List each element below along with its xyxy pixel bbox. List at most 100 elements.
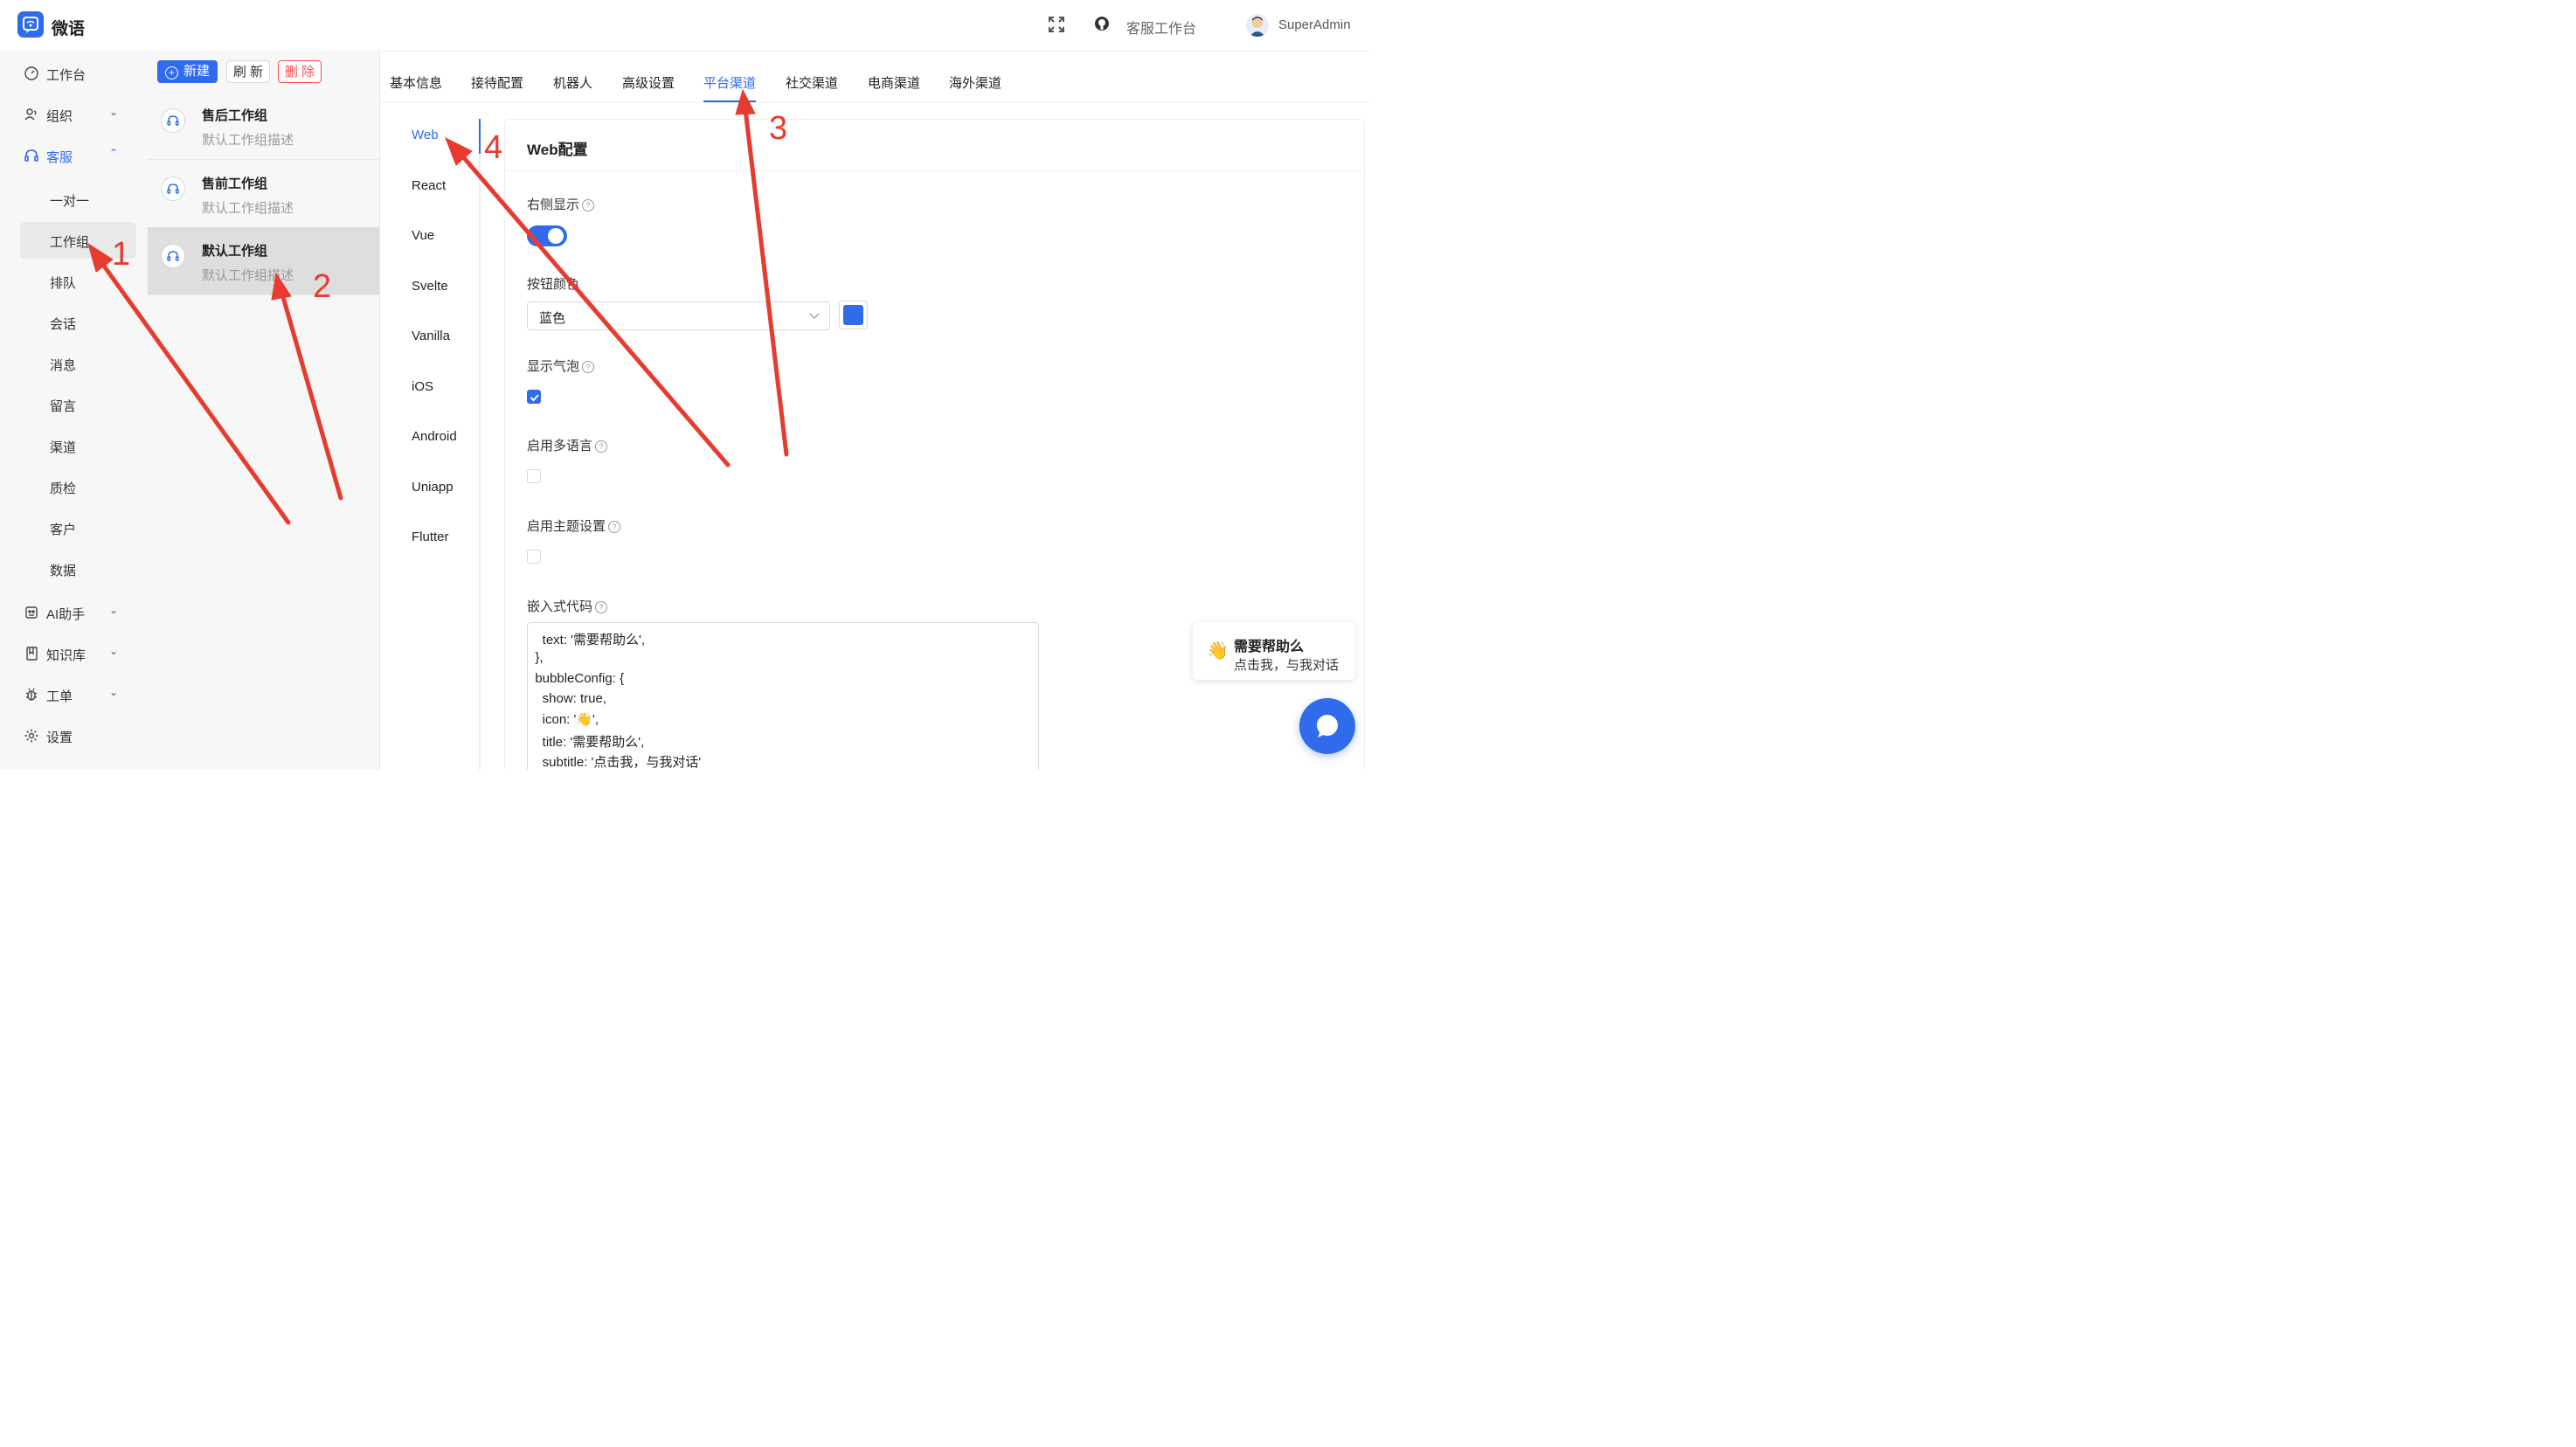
robot-icon — [24, 605, 39, 620]
platform-tab-web[interactable]: Web — [412, 128, 439, 142]
button-color-select[interactable]: 蓝色 — [526, 301, 830, 330]
platform-tab-flutter[interactable]: Flutter — [412, 530, 449, 544]
platform-tab-vue[interactable]: Vue — [412, 228, 434, 243]
card-divider — [504, 170, 1362, 171]
user-group-icon — [24, 107, 39, 122]
refresh-button[interactable]: 刷 新 — [225, 59, 270, 83]
sidebar-sub-one-to-one[interactable]: 一对一 — [20, 181, 136, 218]
tab-platform-channels[interactable]: 平台渠道 — [703, 73, 756, 92]
sidebar-item-ai-assistant[interactable]: AI助手 ⌄ — [0, 597, 148, 628]
show-right-toggle[interactable] — [526, 225, 567, 246]
show-right-label: 右侧显示? — [527, 195, 595, 213]
tab-ecommerce-channels[interactable]: 电商渠道 — [868, 73, 920, 92]
chevron-up-icon: ⌃ — [108, 146, 119, 159]
code-line: bubbleConfig: { — [527, 670, 625, 686]
annotation-number-4: 4 — [483, 128, 503, 166]
sidebar-item-customer-service[interactable]: 客服 ⌃ — [0, 140, 148, 171]
top-header: 微语 客服工作台 SuperAdmin — [0, 0, 1370, 52]
multilang-checkbox[interactable] — [526, 468, 541, 483]
headset-icon — [24, 148, 39, 163]
tab-reception-config[interactable]: 接待配置 — [471, 73, 523, 92]
sidebar-sub-conversation[interactable]: 会话 — [20, 304, 136, 341]
workgroup-item-pre-sales[interactable]: 售前工作组 默认工作组描述 — [147, 159, 379, 228]
code-line: show: true, — [527, 690, 607, 706]
show-bubble-checkbox[interactable] — [526, 389, 541, 404]
app-logo[interactable] — [17, 10, 44, 38]
sidebar-sub-message[interactable]: 消息 — [20, 345, 136, 382]
headset-icon — [160, 107, 185, 133]
sidebar-sub-data[interactable]: 数据 — [20, 550, 136, 587]
help-icon[interactable]: ? — [608, 520, 621, 533]
sidebar-sub-leave-message[interactable]: 留言 — [20, 386, 136, 423]
check-icon — [530, 394, 539, 402]
help-icon[interactable]: ? — [582, 198, 595, 211]
chevron-down-icon: ⌄ — [108, 644, 119, 657]
github-icon[interactable] — [1094, 16, 1110, 36]
chat-launcher-button[interactable] — [1298, 697, 1355, 754]
chat-icon — [1316, 714, 1338, 737]
platform-tab-svelte[interactable]: Svelte — [412, 279, 448, 294]
agent-workbench-link[interactable]: 客服工作台 — [1126, 17, 1196, 38]
platform-tab-uniapp[interactable]: Uniapp — [412, 480, 454, 495]
platform-tab-react[interactable]: React — [412, 178, 446, 193]
tabs-divider — [379, 101, 1370, 103]
multilang-label: 启用多语言? — [527, 436, 608, 454]
help-icon[interactable]: ? — [595, 600, 608, 613]
tab-social-channels[interactable]: 社交渠道 — [786, 73, 838, 92]
code-line: }, — [527, 649, 544, 665]
fullscreen-icon[interactable] — [1048, 16, 1065, 38]
plus-circle-icon: + — [164, 66, 178, 80]
avatar[interactable] — [1245, 13, 1269, 37]
active-tab-indicator — [703, 100, 756, 102]
sidebar-item-organization[interactable]: 组织 ⌄ — [0, 99, 148, 130]
button-color-label: 按钮颜色 — [526, 276, 580, 292]
bug-icon — [24, 687, 39, 703]
tab-overseas-channels[interactable]: 海外渠道 — [949, 73, 1001, 92]
theme-settings-label: 启用主题设置? — [527, 516, 621, 535]
embed-code-label: 嵌入式代码? — [527, 597, 608, 615]
tab-basic-info[interactable]: 基本信息 — [390, 73, 442, 92]
theme-settings-checkbox[interactable] — [526, 549, 541, 564]
annotation-number-3: 3 — [768, 109, 788, 147]
headset-icon — [160, 176, 185, 201]
new-button[interactable]: + 新建 — [156, 59, 218, 83]
bubble-subtitle: 点击我，与我对话 — [1233, 657, 1340, 673]
sidebar-item-settings[interactable]: 设置 — [0, 720, 148, 751]
platform-tab-android[interactable]: Android — [412, 429, 457, 444]
chevron-down-icon: ⌄ — [108, 603, 119, 616]
help-icon[interactable]: ? — [595, 440, 608, 453]
tab-advanced-settings[interactable]: 高级设置 — [622, 73, 675, 92]
help-icon[interactable]: ? — [582, 360, 595, 373]
headset-icon — [160, 243, 185, 268]
sidebar-item-knowledge-base[interactable]: 知识库 ⌄ — [0, 638, 148, 669]
sidebar-sub-quality[interactable]: 质检 — [20, 468, 136, 505]
platform-tab-vanilla[interactable]: Vanilla — [412, 329, 450, 343]
sidebar-sub-channel[interactable]: 渠道 — [20, 427, 136, 464]
wave-icon: 👋 — [1206, 640, 1229, 661]
help-bubble[interactable]: 👋 需要帮助么 点击我，与我对话 — [1192, 621, 1355, 680]
user-name[interactable]: SuperAdmin — [1278, 17, 1351, 32]
embed-code-textarea[interactable]: text: '需要帮助么', }, bubbleConfig: { show: … — [526, 621, 1039, 770]
color-swatch — [842, 304, 863, 325]
annotation-number-1: 1 — [111, 235, 131, 273]
bubble-title: 需要帮助么 — [1233, 639, 1305, 654]
chevron-down-icon: ⌄ — [108, 685, 119, 698]
sidebar-item-ticket[interactable]: 工单 ⌄ — [0, 679, 148, 710]
active-platform-indicator — [478, 118, 481, 154]
book-icon — [24, 646, 39, 661]
workgroup-item-after-sales[interactable]: 售后工作组 默认工作组描述 — [147, 91, 379, 160]
code-line: text: '需要帮助么', — [527, 632, 646, 647]
chevron-down-icon — [808, 309, 821, 324]
config-title: Web配置 — [526, 141, 588, 158]
workgroup-item-default[interactable]: 默认工作组 默认工作组描述 — [147, 226, 379, 295]
sidebar-item-dashboard[interactable]: 工作台 — [0, 58, 148, 89]
delete-button[interactable]: 删 除 — [277, 59, 322, 83]
toggle-knob — [547, 227, 564, 244]
color-picker-button[interactable] — [838, 300, 868, 329]
code-line: icon: '👋', — [527, 711, 599, 727]
tab-robot[interactable]: 机器人 — [553, 73, 592, 92]
platform-tab-ios[interactable]: iOS — [412, 379, 433, 394]
gear-icon — [24, 728, 39, 744]
sidebar-sub-customer[interactable]: 客户 — [20, 509, 136, 546]
app-name: 微语 — [51, 19, 86, 38]
